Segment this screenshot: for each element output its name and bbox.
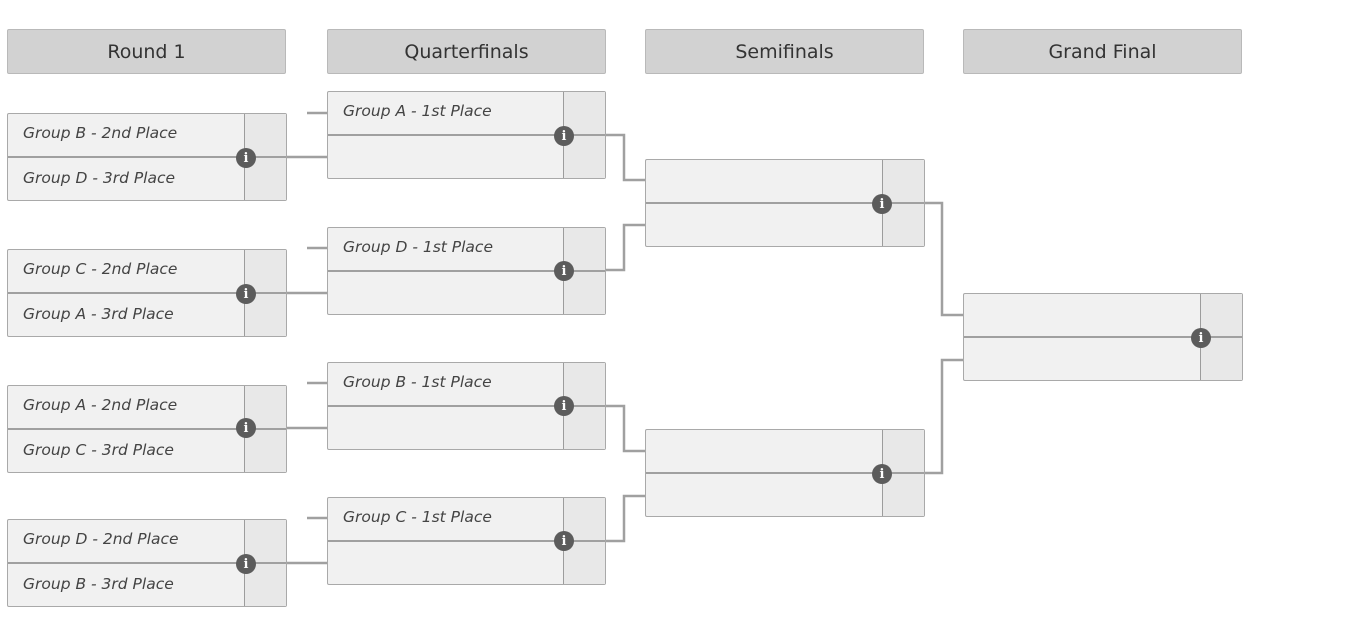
info-icon[interactable]: i (872, 464, 892, 484)
team-slot-top: Group B - 1st Place (343, 373, 492, 391)
match-quarterfinal-1[interactable]: Group A - 1st Place i (327, 91, 606, 179)
match-round1-3[interactable]: Group A - 2nd Place Group C - 3rd Place … (7, 385, 287, 473)
info-icon[interactable]: i (554, 396, 574, 416)
team-slot-top: Group C - 2nd Place (23, 260, 178, 278)
team-slot-top: Group A - 1st Place (343, 102, 492, 120)
connector-qf-2 (605, 223, 645, 272)
round-header-round-1: Round 1 (7, 29, 286, 74)
connector-qf-1 (605, 133, 645, 182)
info-icon[interactable]: i (554, 531, 574, 551)
match-semifinal-1[interactable]: i (645, 159, 925, 247)
match-round1-2[interactable]: Group C - 2nd Place Group A - 3rd Place … (7, 249, 287, 337)
team-slot-top: Group D - 2nd Place (23, 530, 179, 548)
info-icon[interactable]: i (236, 284, 256, 304)
connector-qf-3 (605, 404, 645, 453)
info-icon[interactable]: i (554, 126, 574, 146)
match-round1-1[interactable]: Group B - 2nd Place Group D - 3rd Place … (7, 113, 287, 201)
info-icon[interactable]: i (554, 261, 574, 281)
team-slot-top: Group A - 2nd Place (23, 396, 178, 414)
info-icon[interactable]: i (872, 194, 892, 214)
match-grand-final[interactable]: i (963, 293, 1243, 381)
match-quarterfinal-4[interactable]: Group C - 1st Place i (327, 497, 606, 585)
match-quarterfinal-3[interactable]: Group B - 1st Place i (327, 362, 606, 450)
round-header-grand-final: Grand Final (963, 29, 1242, 74)
team-slot-top: Group D - 1st Place (343, 238, 493, 256)
match-semifinal-2[interactable]: i (645, 429, 925, 517)
match-round1-4[interactable]: Group D - 2nd Place Group B - 3rd Place … (7, 519, 287, 607)
connector-sf-2 (925, 358, 963, 475)
info-icon[interactable]: i (1191, 328, 1211, 348)
round-header-quarterfinals: Quarterfinals (327, 29, 606, 74)
connector-qf-4 (605, 494, 645, 543)
team-slot-bottom: Group A - 3rd Place (23, 305, 174, 323)
round-header-semifinals: Semifinals (645, 29, 924, 74)
info-icon[interactable]: i (236, 418, 256, 438)
team-slot-bottom: Group C - 3rd Place (23, 441, 174, 459)
info-icon[interactable]: i (236, 554, 256, 574)
match-quarterfinal-2[interactable]: Group D - 1st Place i (327, 227, 606, 315)
connector-sf-1 (925, 201, 963, 317)
team-slot-bottom: Group D - 3rd Place (23, 169, 176, 187)
team-slot-top: Group B - 2nd Place (23, 124, 178, 142)
info-icon[interactable]: i (236, 148, 256, 168)
team-slot-bottom: Group B - 3rd Place (23, 575, 174, 593)
team-slot-top: Group C - 1st Place (343, 508, 492, 526)
